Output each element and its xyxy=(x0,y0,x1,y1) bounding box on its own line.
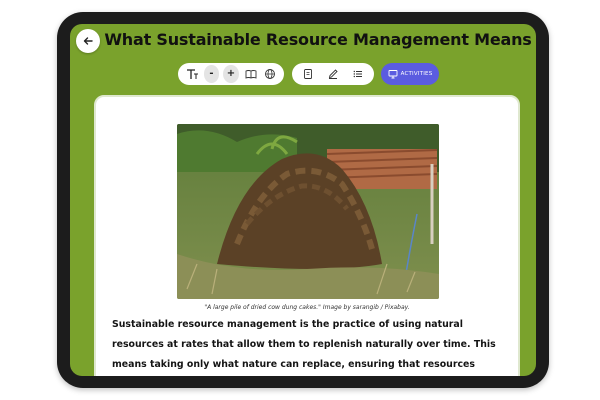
image-caption: "A large pile of dried cow dung cakes." … xyxy=(204,304,410,311)
content-card: "A large pile of dried cow dung cakes." … xyxy=(94,95,520,376)
list-icon[interactable] xyxy=(349,65,366,83)
decrease-text-button[interactable]: - xyxy=(203,65,220,83)
activities-label: ACTIVITIES xyxy=(400,71,433,77)
presentation-icon xyxy=(388,70,398,79)
book-icon[interactable] xyxy=(243,65,259,83)
decrease-text-icon: - xyxy=(209,68,214,79)
pen-icon[interactable] xyxy=(325,65,342,83)
notebook-icon[interactable] xyxy=(300,65,317,83)
text-size-icon[interactable] xyxy=(184,65,200,83)
reading-tools-toolbar xyxy=(292,63,374,85)
text-tools-toolbar: - + xyxy=(178,63,284,85)
arrow-left-icon xyxy=(83,37,93,45)
back-button[interactable] xyxy=(76,29,100,53)
cow-dung-cakes-photo xyxy=(177,124,439,299)
increase-text-icon: + xyxy=(226,68,236,79)
article-paragraph: Sustainable resource management is the p… xyxy=(112,319,496,370)
page-title: What Sustainable Resource Management Mea… xyxy=(104,30,532,49)
activities-button[interactable]: ACTIVITIES xyxy=(381,63,439,85)
app-screen: What Sustainable Resource Management Mea… xyxy=(70,24,536,376)
globe-icon[interactable] xyxy=(262,65,278,83)
increase-text-button[interactable]: + xyxy=(223,65,239,83)
